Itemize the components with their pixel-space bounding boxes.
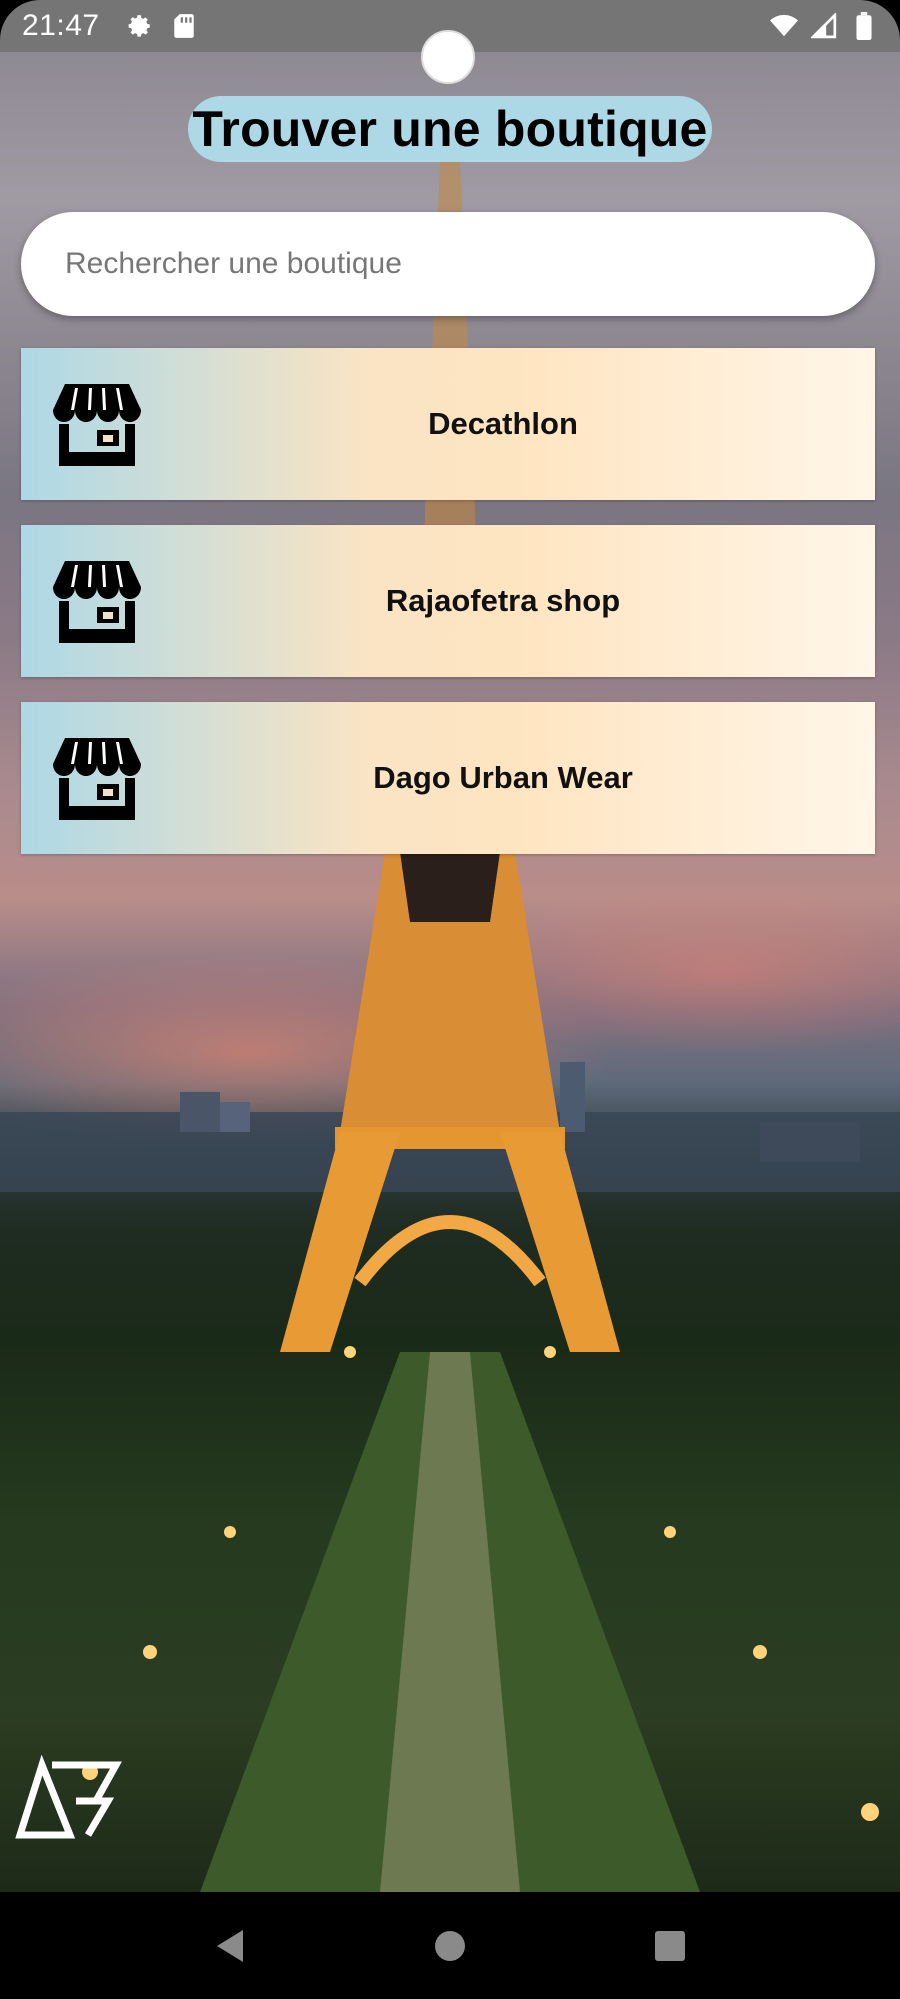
battery-icon: [850, 12, 878, 40]
recents-button[interactable]: [640, 1916, 700, 1976]
signal-icon: [810, 12, 838, 40]
recents-icon: [655, 1930, 685, 1961]
wifi-icon: [770, 12, 798, 40]
page-title: Trouver une boutique: [188, 96, 712, 162]
camera-cutout: [421, 30, 475, 84]
store-icon: [53, 384, 141, 466]
header: Trouver une boutique: [0, 96, 900, 162]
store-icon: [53, 561, 141, 643]
shop-list: Decathlon Rajaofetra shop Dago Urban Wea…: [21, 348, 875, 879]
shop-name: Rajaofetra shop: [385, 583, 621, 618]
shop-card-decathlon[interactable]: Decathlon: [21, 348, 875, 500]
home-icon: [435, 1930, 465, 1961]
app-screen: 21:47 Trouver une boutique Rechercher un…: [0, 0, 900, 1999]
home-button[interactable]: [420, 1916, 480, 1976]
search-input[interactable]: [21, 212, 875, 316]
status-time: 21:47: [22, 9, 100, 42]
sd-card-icon: [170, 12, 198, 40]
shop-name: Dago Urban Wear: [373, 760, 633, 795]
shop-card-dago-urban-wear[interactable]: Dago Urban Wear: [21, 702, 875, 854]
eiffel-tower-illustration: [0, 162, 900, 1892]
shop-card-rajaofetra[interactable]: Rajaofetra shop: [21, 525, 875, 677]
back-button[interactable]: [200, 1916, 260, 1976]
back-icon: [217, 1929, 243, 1962]
store-icon: [53, 738, 141, 820]
photographer-watermark: [15, 1755, 122, 1839]
shop-name: Decathlon: [428, 406, 578, 441]
gear-icon: [126, 12, 154, 40]
navigation-bar: [0, 1892, 900, 1999]
